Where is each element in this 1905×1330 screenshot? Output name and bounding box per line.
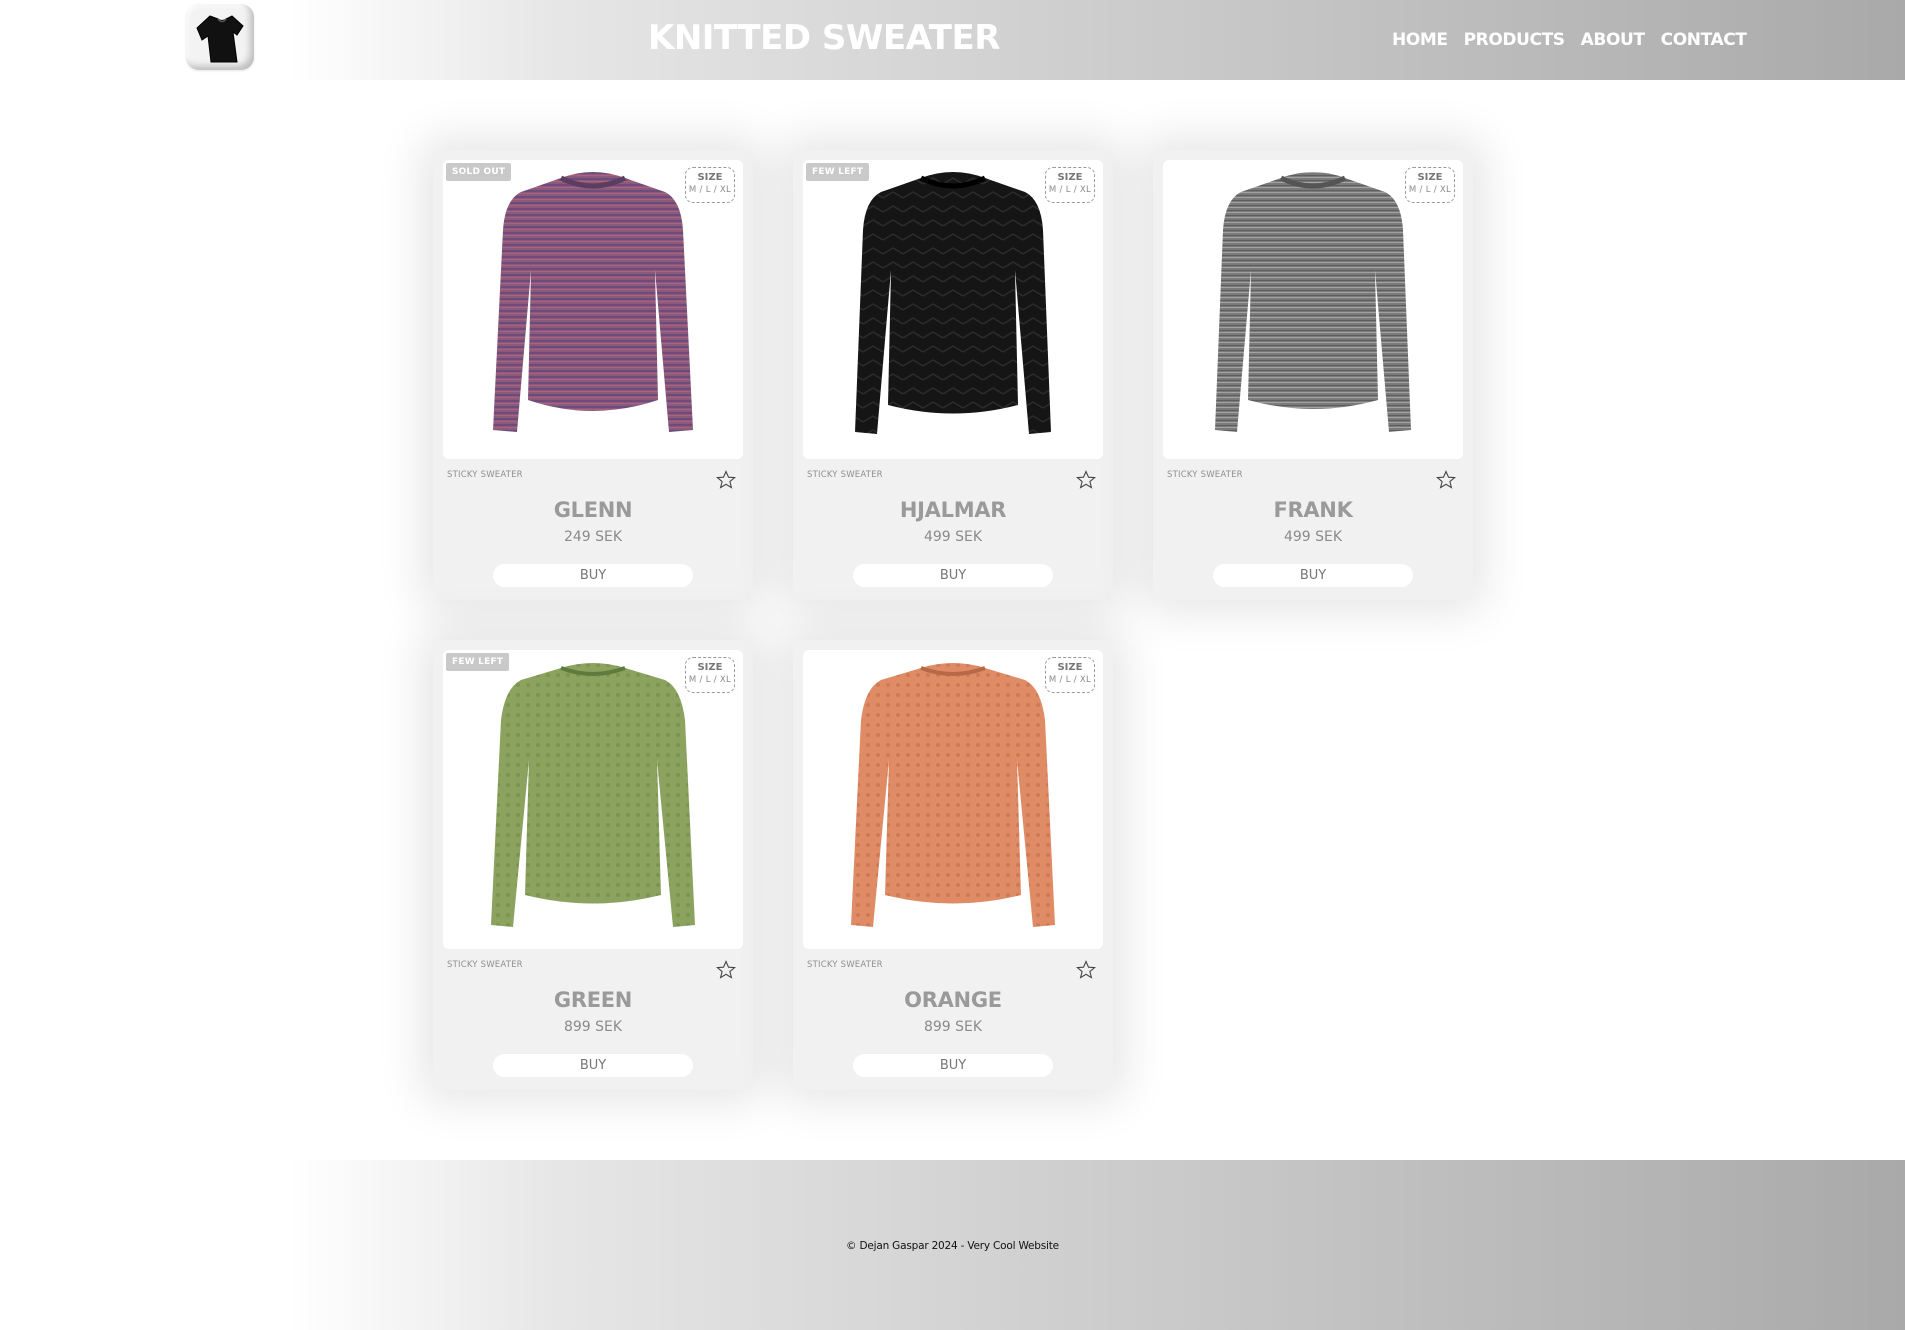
product-card-frank[interactable]: SIZE M / L / XL STICKY SWEATER FRANK 499… [1153,150,1473,600]
product-image[interactable]: FEW LEFT SIZE M / L / XL [443,650,743,949]
size-tag: SIZE M / L / XL [1405,167,1455,203]
favorite-star-icon[interactable] [1076,470,1096,490]
product-price: 899 SEK [923,1019,983,1035]
brand-label: STICKY SWEATER [807,470,883,480]
size-tag: SIZE M / L / XL [1045,167,1095,203]
nav-about[interactable]: ABOUT [1581,30,1645,50]
size-options: M / L / XL [1048,675,1092,685]
brand-label: STICKY SWEATER [447,470,523,480]
product-card-green[interactable]: FEW LEFT SIZE M / L / XL STICKY SWEATER … [433,640,753,1090]
product-image[interactable]: SIZE M / L / XL [803,650,1103,949]
favorite-star-icon[interactable] [716,960,736,980]
sweater-image [851,663,1055,927]
size-tag: SIZE M / L / XL [1045,657,1095,693]
site-header: KNITTED SWEATER HOME PRODUCTS ABOUT CONT… [0,0,1905,80]
site-footer: © Dejan Gaspar 2024 - Very Cool Website [0,1160,1905,1330]
copyright-text: © Dejan Gaspar 2024 - Very Cool Website [846,1240,1059,1252]
logo[interactable] [186,4,254,70]
sweater-image [493,172,693,432]
main-nav: HOME PRODUCTS ABOUT CONTACT [1392,30,1747,50]
favorite-star-icon[interactable] [716,470,736,490]
product-name: GREEN [553,988,633,1012]
buy-button[interactable]: BUY [493,1054,693,1077]
product-price: 899 SEK [563,1019,623,1035]
product-price: 249 SEK [563,529,623,545]
stock-badge: FEW LEFT [806,163,870,181]
favorite-star-icon[interactable] [1436,470,1456,490]
product-name: ORANGE [904,988,1002,1012]
buy-button[interactable]: BUY [493,564,693,587]
size-tag: SIZE M / L / XL [685,167,735,203]
product-image[interactable]: SOLD OUT SIZE M / L / XL [443,160,743,459]
sweater-image [1215,172,1411,432]
product-card-glenn[interactable]: SOLD OUT SIZE M / L / XL STICKY SWEATER … [433,150,753,600]
buy-button[interactable]: BUY [853,1054,1053,1077]
brand-label: STICKY SWEATER [447,960,523,970]
nav-products[interactable]: PRODUCTS [1464,30,1565,50]
product-image[interactable]: SIZE M / L / XL [1163,160,1463,459]
product-card-orange[interactable]: SIZE M / L / XL STICKY SWEATER ORANGE 89… [793,640,1113,1090]
nav-contact[interactable]: CONTACT [1661,30,1747,50]
product-image[interactable]: FEW LEFT SIZE M / L / XL [803,160,1103,459]
size-title: SIZE [697,662,723,673]
size-title: SIZE [1057,172,1083,183]
size-title: SIZE [1057,662,1083,673]
favorite-star-icon[interactable] [1076,960,1096,980]
size-title: SIZE [1417,172,1443,183]
size-tag: SIZE M / L / XL [685,657,735,693]
stock-badge: FEW LEFT [446,653,510,671]
size-options: M / L / XL [1408,185,1452,195]
size-options: M / L / XL [688,185,732,195]
product-card-hjalmar[interactable]: FEW LEFT SIZE M / L / XL STICKY SWEATER … [793,150,1113,600]
site-title: KNITTED SWEATER [648,18,1000,58]
nav-home[interactable]: HOME [1392,30,1448,50]
tshirt-icon [196,15,244,63]
size-title: SIZE [697,172,723,183]
product-name: FRANK [1273,498,1353,522]
product-price: 499 SEK [923,529,983,545]
buy-button[interactable]: BUY [1213,564,1413,587]
product-name: GLENN [553,498,633,522]
size-options: M / L / XL [1048,185,1092,195]
sweater-image [855,172,1051,434]
sweater-image [491,663,695,927]
size-options: M / L / XL [688,675,732,685]
product-price: 499 SEK [1283,529,1343,545]
stock-badge: SOLD OUT [446,163,512,181]
brand-label: STICKY SWEATER [807,960,883,970]
product-name: HJALMAR [899,498,1007,522]
brand-label: STICKY SWEATER [1167,470,1243,480]
buy-button[interactable]: BUY [853,564,1053,587]
